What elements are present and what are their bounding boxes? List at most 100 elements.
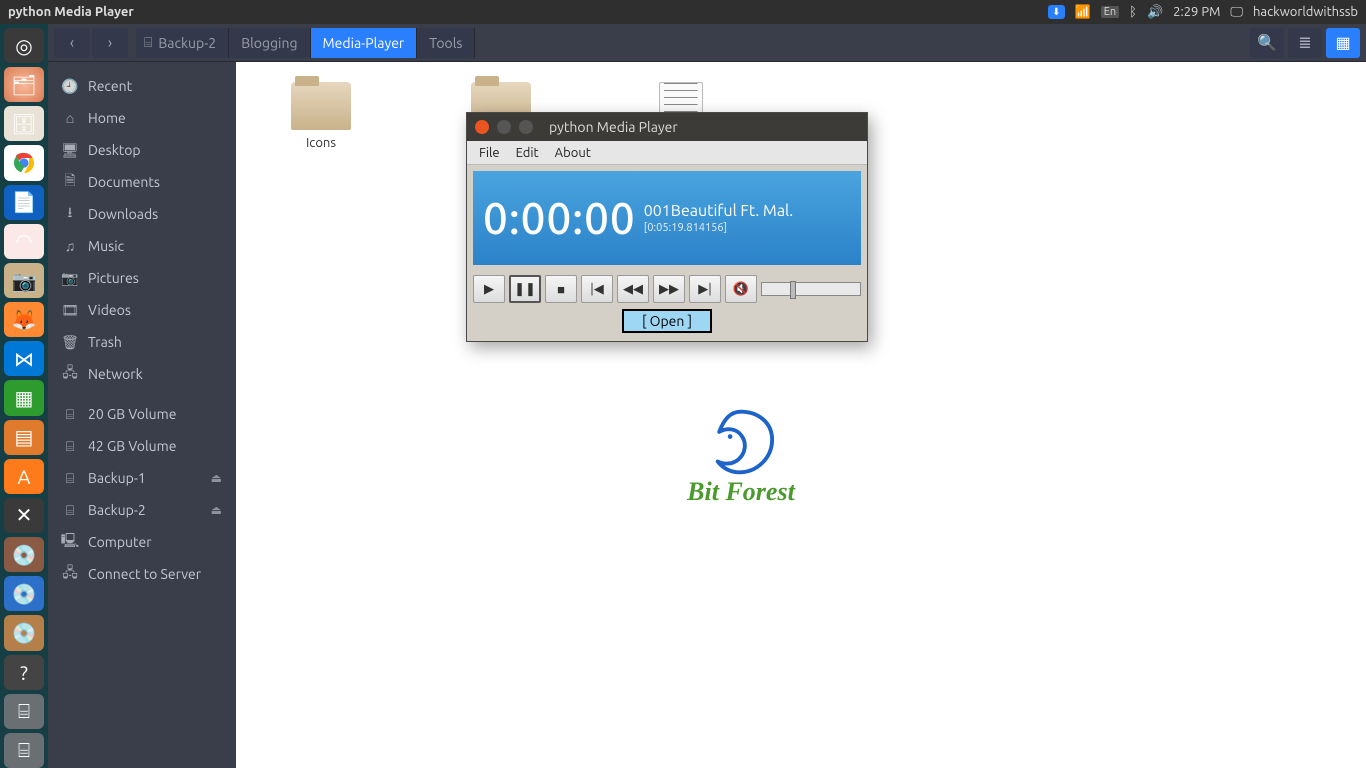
sidebar-item-music[interactable]: ♫Music (48, 230, 236, 262)
sidebar-item-backup2[interactable]: ⌸Backup-2⏏ (48, 494, 236, 526)
rewind-button[interactable]: ◀◀ (617, 275, 649, 303)
folder-icons[interactable]: Icons (276, 82, 366, 150)
disk3-icon[interactable]: 💿 (4, 615, 44, 650)
crumb-backup2[interactable]: ⌸Backup-2 (136, 28, 229, 58)
window-titlebar[interactable]: python Media Player (467, 113, 867, 141)
sidebar-item-home[interactable]: ⌂Home (48, 102, 236, 134)
folder-label: Icons (276, 136, 366, 150)
sound-icon[interactable]: 🔊 (1147, 5, 1163, 20)
menu-edit[interactable]: Edit (508, 146, 547, 160)
volume-slider[interactable] (761, 282, 861, 296)
documents-icon: 🗎 (62, 170, 78, 194)
disk2-icon[interactable]: 💿 (4, 576, 44, 611)
active-app-title: python Media Player (8, 5, 134, 19)
crumb-tools[interactable]: Tools (417, 28, 475, 58)
search-button[interactable]: 🔍 (1250, 28, 1284, 58)
sidebar-item-downloads[interactable]: ⭳Downloads (48, 198, 236, 230)
monitor-icon[interactable]: 🖵 (1230, 5, 1243, 20)
window-close-button[interactable] (475, 120, 489, 134)
sidebar-item-trash[interactable]: 🗑Trash (48, 326, 236, 358)
vscode-app-icon[interactable]: ⋈ (4, 341, 44, 376)
pause-button[interactable]: ❚❚ (509, 275, 541, 303)
mute-button[interactable]: 🔇 (725, 275, 757, 303)
user-menu[interactable]: hackworldwithssb (1253, 5, 1358, 19)
archive-app-icon[interactable]: 🗄 (4, 106, 44, 141)
menu-about[interactable]: About (547, 146, 599, 160)
bluetooth-icon[interactable]: ᛒ (1129, 5, 1137, 19)
play-button[interactable]: ▶ (473, 275, 505, 303)
top-menubar: python Media Player ⬇ 📶 En ᛒ 🔊 2:29 PM 🖵… (0, 0, 1366, 24)
files-app-icon[interactable]: 🗂 (4, 67, 44, 102)
image-viewer-icon[interactable]: 📷 (4, 263, 44, 298)
keyboard-layout-indicator[interactable]: En (1101, 6, 1119, 18)
sidebar-item-vol20[interactable]: ⌸20 GB Volume (48, 398, 236, 430)
music-icon: ♫ (62, 238, 78, 254)
volume-thumb[interactable] (790, 281, 796, 299)
server-icon: 🖧 (62, 562, 78, 586)
help-app-icon[interactable]: ? (4, 655, 44, 690)
window-minimize-button[interactable] (497, 120, 511, 134)
writer-app-icon[interactable]: 📄 (4, 185, 44, 220)
pictures-icon: 📷 (62, 270, 78, 287)
drive-icon: ⌸ (144, 34, 152, 51)
bitforest-logo: Bit Forest (656, 407, 826, 507)
open-button[interactable]: [ Open ] (622, 309, 712, 333)
download-indicator-icon[interactable]: ⬇ (1048, 5, 1064, 19)
downloads-icon: ⭳ (62, 202, 78, 226)
window-title: python Media Player (549, 119, 678, 135)
breadcrumb: ⌸Backup-2 Blogging Media-Player Tools (136, 28, 475, 58)
stop-button[interactable]: ■ (545, 275, 577, 303)
menu-file[interactable]: File (471, 146, 508, 160)
sidebar-item-videos[interactable]: 🎞Videos (48, 294, 236, 326)
player-controls: ▶ ❚❚ ■ |◀ ◀◀ ▶▶ ▶| 🔇 (467, 271, 867, 307)
network-browse-icon: 🖧 (62, 362, 78, 386)
sidebar-item-computer[interactable]: 🖳Computer (48, 526, 236, 558)
clock[interactable]: 2:29 PM (1173, 5, 1220, 19)
list-view-button[interactable]: ≣ (1288, 28, 1322, 58)
recent-icon: 🕘 (62, 78, 78, 95)
calc-app-icon[interactable]: ▦ (4, 380, 44, 415)
media-player-window[interactable]: python Media Player File Edit About 0:00… (466, 112, 868, 342)
pdf-viewer-icon[interactable]: ◠ (4, 224, 44, 259)
sidebar-item-pictures[interactable]: 📷Pictures (48, 262, 236, 294)
volume-icon: ⌸ (62, 470, 78, 487)
file-manager-sidebar: 🕘Recent ⌂Home 🖥Desktop 🗎Documents ⭳Downl… (48, 62, 236, 768)
eject-icon[interactable]: ⏏ (211, 471, 222, 485)
chrome-app-icon[interactable] (4, 145, 44, 180)
next-button[interactable]: ▶| (689, 275, 721, 303)
sidebar-item-documents[interactable]: 🗎Documents (48, 166, 236, 198)
crumb-blogging[interactable]: Blogging (229, 28, 310, 58)
drive1-icon[interactable]: ⌸ (4, 694, 44, 729)
sidebar-item-recent[interactable]: 🕘Recent (48, 70, 236, 102)
grid-view-button[interactable]: ▦ (1326, 28, 1360, 58)
track-duration: [0:05:19.814156] (644, 222, 794, 234)
volume-icon: ⌸ (62, 406, 78, 423)
fast-forward-button[interactable]: ▶▶ (653, 275, 685, 303)
folder-icon (291, 82, 351, 130)
dash-icon[interactable]: ◎ (4, 28, 44, 63)
disk1-icon[interactable]: 💿 (4, 537, 44, 572)
sidebar-item-connect-server[interactable]: 🖧Connect to Server (48, 558, 236, 590)
home-icon: ⌂ (62, 110, 78, 126)
impress-app-icon[interactable]: ▤ (4, 420, 44, 455)
desktop-icon: 🖥 (62, 142, 78, 159)
sidebar-item-backup1[interactable]: ⌸Backup-1⏏ (48, 462, 236, 494)
drive2-icon[interactable]: ⌸ (4, 733, 44, 768)
sidebar-item-vol42[interactable]: ⌸42 GB Volume (48, 430, 236, 462)
file-manager-toolbar: ‹ › ⌸Backup-2 Blogging Media-Player Tool… (48, 24, 1366, 62)
nav-forward-button[interactable]: › (92, 28, 128, 58)
videos-icon: 🎞 (62, 302, 78, 319)
system-tray: ⬇ 📶 En ᛒ 🔊 2:29 PM 🖵 hackworldwithssb (1048, 5, 1358, 20)
sidebar-item-network[interactable]: 🖧Network (48, 358, 236, 390)
crumb-media-player[interactable]: Media-Player (311, 28, 418, 58)
sidebar-item-desktop[interactable]: 🖥Desktop (48, 134, 236, 166)
network-icon[interactable]: 📶 (1075, 5, 1091, 20)
eject-icon[interactable]: ⏏ (211, 503, 222, 517)
software-center-icon[interactable]: A (4, 459, 44, 494)
settings-app-icon[interactable]: ✕ (4, 498, 44, 533)
volume-icon: ⌸ (62, 502, 78, 519)
nav-back-button[interactable]: ‹ (54, 28, 90, 58)
window-maximize-button[interactable] (519, 120, 533, 134)
firefox-app-icon[interactable]: 🦊 (4, 302, 44, 337)
previous-button[interactable]: |◀ (581, 275, 613, 303)
